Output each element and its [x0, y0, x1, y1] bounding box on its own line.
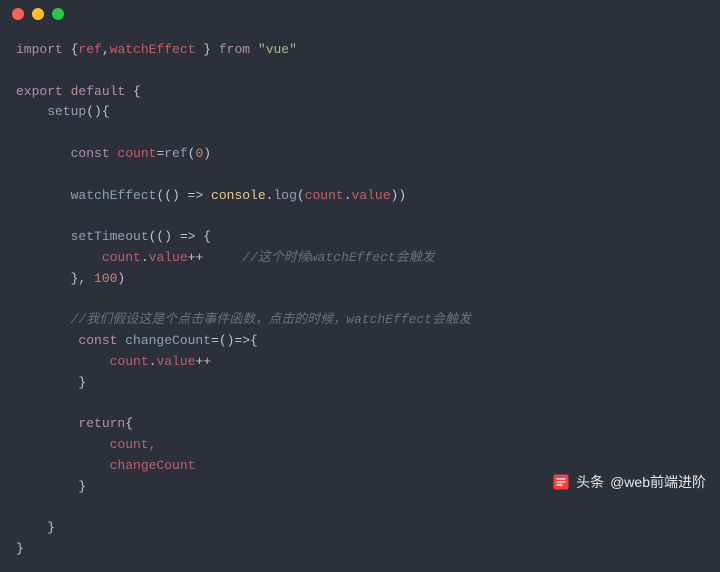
arrow-args: (() => { — [149, 229, 211, 244]
paren: ) — [203, 146, 211, 161]
comment-click-handler: //我们假设这是个点击事件函数，点击的时候，watchEffect会触发 — [16, 312, 471, 327]
identifier-count: count — [16, 250, 141, 265]
brace: { — [125, 416, 133, 431]
keyword-from: from — [219, 42, 250, 57]
window-title-bar — [0, 0, 720, 28]
comma: , — [102, 42, 110, 57]
paren: ( — [297, 188, 305, 203]
maximize-icon[interactable] — [52, 8, 64, 20]
identifier-count: count — [16, 354, 149, 369]
brace: } — [195, 42, 218, 57]
keyword-export: export — [16, 84, 63, 99]
keyword-import: import — [16, 42, 63, 57]
string-vue: "vue" — [250, 42, 297, 57]
minimize-icon[interactable] — [32, 8, 44, 20]
function-settimeout: setTimeout — [16, 229, 149, 244]
toutiao-icon — [552, 473, 570, 491]
watermark-label: 头条 — [576, 472, 604, 492]
keyword-const: const — [16, 146, 110, 161]
identifier-count: count — [110, 146, 157, 161]
identifier-changecount: changeCount — [117, 333, 211, 348]
method-log: log — [273, 188, 296, 203]
brace: } — [16, 541, 24, 556]
paren: ) — [117, 271, 125, 286]
brace: { — [125, 84, 141, 99]
arrow: =()=>{ — [211, 333, 258, 348]
property-value: value — [352, 188, 391, 203]
brace: { — [63, 42, 79, 57]
object-console: console — [211, 188, 266, 203]
property-value: value — [156, 354, 195, 369]
brace: } — [16, 375, 86, 390]
dot: . — [344, 188, 352, 203]
return-changecount: changeCount — [16, 458, 195, 473]
comment-trigger: //这个时候watchEffect会触发 — [203, 250, 434, 265]
brace: } — [16, 479, 86, 494]
keyword-const: const — [16, 333, 117, 348]
keyword-return: return — [16, 416, 125, 431]
function-ref: ref — [164, 146, 187, 161]
close-icon[interactable] — [12, 8, 24, 20]
watermark: 头条 @web前端进阶 — [552, 472, 706, 492]
method-setup: setup — [16, 104, 86, 119]
property-value: value — [149, 250, 188, 265]
function-watcheffect: watchEffect — [16, 188, 156, 203]
identifier-watcheffect: watchEffect — [110, 42, 196, 57]
operator-inc: ++ — [188, 250, 204, 265]
paren: )) — [391, 188, 407, 203]
brace: }, — [16, 271, 94, 286]
number-100: 100 — [94, 271, 117, 286]
identifier-count: count — [305, 188, 344, 203]
watermark-handle: @web前端进阶 — [610, 472, 706, 492]
dot: . — [141, 250, 149, 265]
paren: (){ — [86, 104, 109, 119]
operator-inc: ++ — [195, 354, 211, 369]
identifier-ref: ref — [78, 42, 101, 57]
return-count: count, — [16, 437, 156, 452]
brace: } — [16, 520, 55, 535]
arrow-args: (() => — [156, 188, 211, 203]
keyword-default: default — [63, 84, 125, 99]
